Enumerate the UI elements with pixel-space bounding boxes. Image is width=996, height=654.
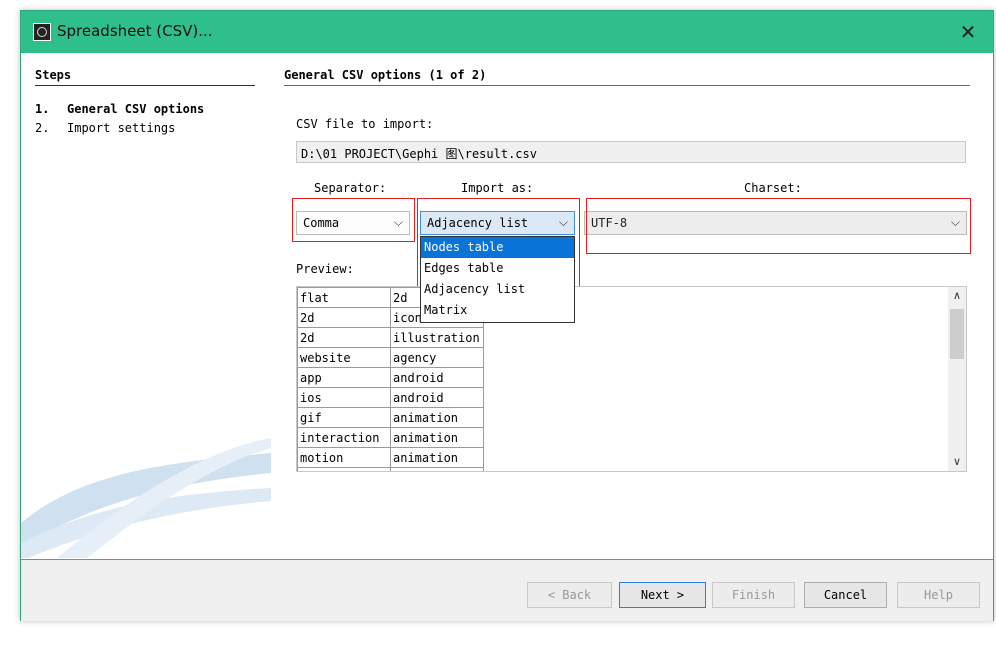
preview-table-area[interactable]: flat 2d 2d icon 2d illustration website agency a… xyxy=(296,286,967,472)
table-cell xyxy=(297,467,391,471)
charset-select[interactable]: UTF-8 ⌵ xyxy=(584,211,967,235)
cancel-button[interactable]: Cancel xyxy=(804,582,887,608)
table-cell: ios xyxy=(297,387,391,408)
chevron-down-icon: ⌵ xyxy=(558,215,568,229)
table-cell: illustration xyxy=(390,327,484,348)
separator-value: Comma xyxy=(303,216,340,230)
option-edges-table[interactable]: Edges table xyxy=(421,258,574,279)
table-row[interactable]: ios android xyxy=(297,387,484,408)
table-cell: android xyxy=(390,367,484,388)
separator-label: Separator: xyxy=(314,181,387,195)
step-number: 1. xyxy=(35,102,50,116)
option-matrix[interactable]: Matrix xyxy=(421,300,574,321)
table-cell: animation xyxy=(390,407,484,428)
table-cell: app xyxy=(297,367,391,388)
decorative-swoosh-graphic xyxy=(21,438,271,558)
import-as-label: Import as: xyxy=(461,181,534,195)
table-cell: animation xyxy=(390,427,484,448)
app-icon xyxy=(33,23,51,41)
import-as-value: Adjacency list xyxy=(427,216,529,230)
table-cell: android xyxy=(390,387,484,408)
csv-file-label: CSV file to import: xyxy=(296,117,434,131)
scroll-up-icon[interactable]: ∧ xyxy=(948,287,966,305)
table-row[interactable]: app android xyxy=(297,367,484,388)
back-button[interactable]: < Back xyxy=(527,582,612,608)
step-label: General CSV options xyxy=(67,102,205,116)
preview-label: Preview: xyxy=(296,262,354,276)
next-button[interactable]: Next > xyxy=(619,582,706,608)
table-cell: flat xyxy=(297,287,391,308)
separator-select[interactable]: Comma ⌵ xyxy=(296,211,410,235)
table-cell: 2d xyxy=(297,327,391,348)
help-button[interactable]: Help xyxy=(897,582,980,608)
page-heading: General CSV options (1 of 2) xyxy=(284,68,970,86)
table-row[interactable]: 2d illustration xyxy=(297,327,484,348)
button-bar: < Back Next > Finish Cancel Help xyxy=(21,559,993,621)
scroll-down-icon[interactable]: ∨ xyxy=(948,453,966,471)
vertical-scrollbar[interactable]: ∧ ∨ xyxy=(948,287,966,471)
chevron-down-icon: ⌵ xyxy=(950,215,960,229)
option-nodes-table[interactable]: Nodes table xyxy=(421,237,574,258)
charset-value: UTF-8 xyxy=(591,216,628,230)
import-as-select[interactable]: Adjacency list ⌵ xyxy=(420,211,575,235)
steps-panel: Steps 1. General CSV options 2. Import set… xyxy=(21,53,271,558)
table-cell: interaction xyxy=(297,427,391,448)
finish-button[interactable]: Finish xyxy=(712,582,795,608)
step-item-import-settings: 2. Import settings xyxy=(35,121,175,135)
import-dialog: Spreadsheet (CSV)... ✕ Steps 1. General C… xyxy=(20,10,994,621)
table-cell: website xyxy=(297,347,391,368)
scrollbar-thumb[interactable] xyxy=(950,309,964,359)
table-row[interactable]: website agency xyxy=(297,347,484,368)
table-row[interactable] xyxy=(297,467,484,471)
step-number: 2. xyxy=(35,121,50,135)
step-item-general-csv-options: 1. General CSV options xyxy=(35,102,204,116)
table-cell: agency xyxy=(390,347,484,368)
import-as-dropdown-list: Nodes table Edges table Adjacency list M… xyxy=(420,236,575,323)
table-cell: motion xyxy=(297,447,391,468)
steps-heading: Steps xyxy=(35,68,255,86)
charset-label: Charset: xyxy=(744,181,802,195)
table-cell xyxy=(390,467,484,471)
table-cell: 2d xyxy=(297,307,391,328)
chevron-down-icon: ⌵ xyxy=(393,215,403,229)
option-adjacency-list[interactable]: Adjacency list xyxy=(421,279,574,300)
close-icon[interactable]: ✕ xyxy=(955,19,981,45)
table-row[interactable]: interaction animation xyxy=(297,427,484,448)
window-title: Spreadsheet (CSV)... xyxy=(57,22,213,40)
table-cell: animation xyxy=(390,447,484,468)
table-row[interactable]: gif animation xyxy=(297,407,484,428)
csv-file-path-field[interactable]: D:\01 PROJECT\Gephi 图\result.csv xyxy=(296,141,966,163)
table-row[interactable]: motion animation xyxy=(297,447,484,468)
table-cell: gif xyxy=(297,407,391,428)
title-bar[interactable]: Spreadsheet (CSV)... ✕ xyxy=(21,11,993,53)
step-label: Import settings xyxy=(67,121,176,135)
